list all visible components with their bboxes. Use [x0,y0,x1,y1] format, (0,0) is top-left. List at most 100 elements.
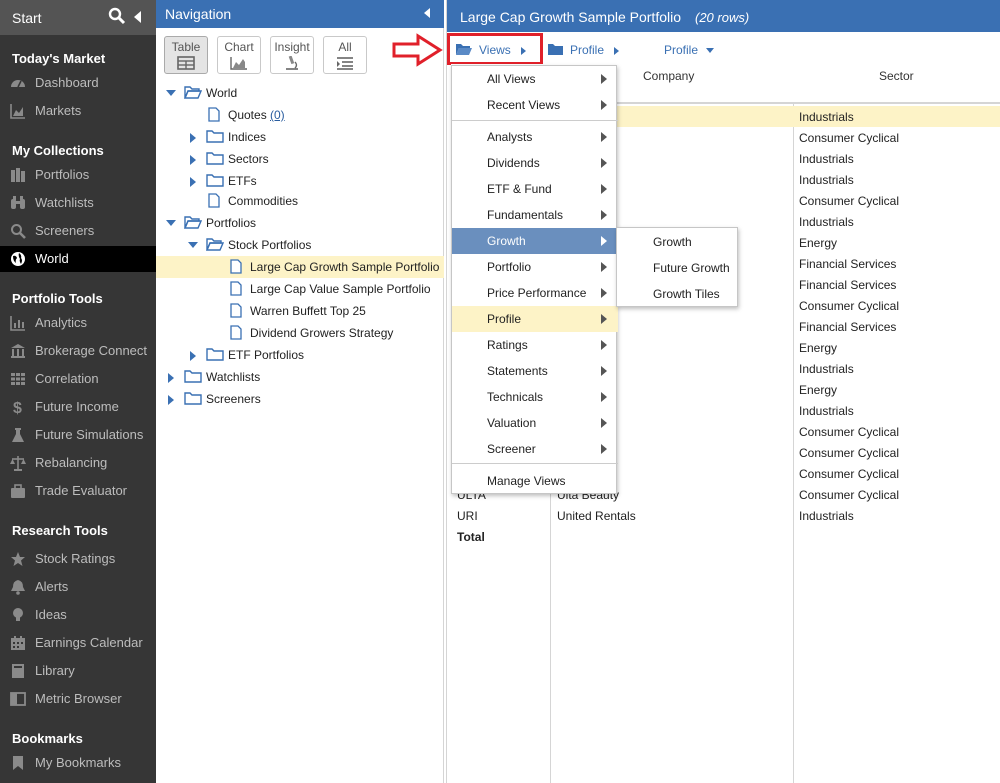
tree-node-sectors[interactable]: Sectors [156,148,444,170]
submenu-item-growth-tiles[interactable]: Growth Tiles [617,281,739,307]
tree-node-screeners[interactable]: Screeners [156,388,444,410]
tree-node-world[interactable]: World [156,82,444,104]
collapsed-arrow-icon[interactable] [168,395,174,405]
tree-label: Quotes [228,108,267,122]
tree-node-indices[interactable]: Indices [156,126,444,148]
table-total-row[interactable]: Total [451,526,1000,547]
document-icon [208,193,220,208]
tree-node-etfs[interactable]: ETFs [156,170,444,192]
tree-node-watchlists[interactable]: Watchlists [156,366,444,388]
collapsed-arrow-icon[interactable] [190,155,196,165]
document-icon [230,281,242,296]
column-header-company[interactable]: Company [643,69,694,83]
collapse-sidebar-icon[interactable] [134,11,141,23]
column-header-sector[interactable]: Sector [879,69,914,83]
menu-item-etf-fund[interactable]: ETF & Fund [452,176,618,202]
sidebar-item-watchlists[interactable]: Watchlists [0,190,156,216]
expanded-arrow-icon[interactable] [166,90,176,96]
sidebar-item-label: World [35,251,69,266]
sidebar-item-markets[interactable]: Markets [0,98,156,124]
views-menu: All Views Recent Views Analysts Dividends ET… [451,65,618,494]
sidebar-item-screeners[interactable]: Screeners [0,218,156,244]
section-my-collections: My Collections [12,143,104,158]
tree-node-etf-portfolios[interactable]: ETF Portfolios [156,344,444,366]
sidebar-item-world[interactable]: World [0,246,156,272]
sidebar-item-trade-evaluator[interactable]: Trade Evaluator [0,478,156,504]
sidebar-item-my-bookmarks[interactable]: My Bookmarks [0,750,156,776]
section-portfolio-tools: Portfolio Tools [12,291,103,306]
menu-item-price-performance[interactable]: Price Performance [452,280,618,306]
sidebar-item-portfolios[interactable]: Portfolios [0,162,156,188]
sidebar-item-library[interactable]: Library [0,658,156,684]
table-row[interactable]: URI United Rentals Industrials [451,505,1000,526]
sidebar-item-rebalancing[interactable]: Rebalancing [0,450,156,476]
start-label[interactable]: Start [12,10,42,26]
sidebar-item-future-income[interactable]: $ Future Income [0,394,156,420]
menu-item-dividends[interactable]: Dividends [452,150,618,176]
profile-folder-dropdown[interactable]: Profile [547,43,620,57]
sidebar-item-brokerage-connect[interactable]: Brokerage Connect [0,338,156,364]
tree-label: Portfolios [206,216,257,230]
submenu-item-future-growth[interactable]: Future Growth [617,255,739,281]
document-icon [230,259,242,274]
submenu-item-growth[interactable]: Growth [617,229,739,255]
quotes-count-link[interactable]: (0) [270,108,285,122]
submenu-item-label: Future Growth [653,261,730,275]
menu-item-technicals[interactable]: Technicals [452,384,618,410]
tree-node-portfolios[interactable]: Portfolios [156,212,444,234]
menu-item-screener[interactable]: Screener [452,436,618,462]
submenu-arrow-icon [601,210,607,220]
menu-item-all-views[interactable]: All Views [452,66,618,92]
collapsed-arrow-icon[interactable] [168,373,174,383]
tree-node-stock-portfolios[interactable]: Stock Portfolios [156,234,444,256]
menu-separator [452,120,618,121]
menu-item-growth[interactable]: Growth [452,228,618,254]
tree-node-dividend-growers[interactable]: Dividend Growers Strategy [156,322,444,344]
main-sidebar: Start Today's Market Dashboard Markets M… [0,0,156,783]
menu-item-portfolio[interactable]: Portfolio [452,254,618,280]
search-icon[interactable] [108,7,126,25]
expanded-arrow-icon[interactable] [166,220,176,226]
sidebar-item-metric-browser[interactable]: Metric Browser [0,686,156,712]
menu-item-recent-views[interactable]: Recent Views [452,92,618,118]
sidebar-item-stock-ratings[interactable]: Stock Ratings [0,546,156,572]
collapse-navigation-icon[interactable] [424,8,430,18]
sidebar-item-label: Earnings Calendar [35,635,143,650]
view-button-all[interactable]: All [323,36,367,74]
menu-item-analysts[interactable]: Analysts [452,124,618,150]
sidebar-item-correlation[interactable]: Correlation [0,366,156,392]
collapsed-arrow-icon[interactable] [190,133,196,143]
profile-view-dropdown[interactable]: Profile [664,43,715,57]
tree-node-large-cap-value[interactable]: Large Cap Value Sample Portfolio [156,278,444,300]
globe-icon [11,252,25,266]
lightbulb-icon [13,608,23,621]
sidebar-item-future-simulations[interactable]: Future Simulations [0,422,156,448]
submenu-arrow-icon [601,340,607,350]
area-chart-icon [10,104,25,119]
tree-node-warren-buffett[interactable]: Warren Buffett Top 25 [156,300,444,322]
tree-node-large-cap-growth[interactable]: Large Cap Growth Sample Portfolio [156,256,444,278]
menu-item-label: Dividends [487,156,540,170]
sidebar-item-alerts[interactable]: Alerts [0,574,156,600]
menu-item-label: Portfolio [487,260,532,274]
view-button-insight[interactable]: Insight [270,36,314,74]
cell-sector: Consumer Cyclical [799,446,900,460]
expanded-arrow-icon[interactable] [188,242,198,248]
menu-item-valuation[interactable]: Valuation [452,410,618,436]
menu-item-manage-views[interactable]: Manage Views [452,468,618,494]
view-button-chart[interactable]: Chart [217,36,261,74]
tree-node-commodities[interactable]: Commodities [156,190,444,212]
menu-item-fundamentals[interactable]: Fundamentals [452,202,618,228]
sidebar-item-earnings-calendar[interactable]: Earnings Calendar [0,630,156,656]
menu-item-statements[interactable]: Statements [452,358,618,384]
collapsed-arrow-icon[interactable] [190,177,196,187]
menu-item-ratings[interactable]: Ratings [452,332,618,358]
tree-node-quotes[interactable]: Quotes (0) [156,104,444,126]
view-button-table[interactable]: Table [164,36,208,74]
sidebar-item-dashboard[interactable]: Dashboard [0,70,156,96]
menu-item-label: Price Performance [487,286,587,300]
collapsed-arrow-icon[interactable] [190,351,196,361]
menu-item-profile[interactable]: Profile [452,306,618,332]
sidebar-item-analytics[interactable]: Analytics [0,310,156,336]
sidebar-item-ideas[interactable]: Ideas [0,602,156,628]
